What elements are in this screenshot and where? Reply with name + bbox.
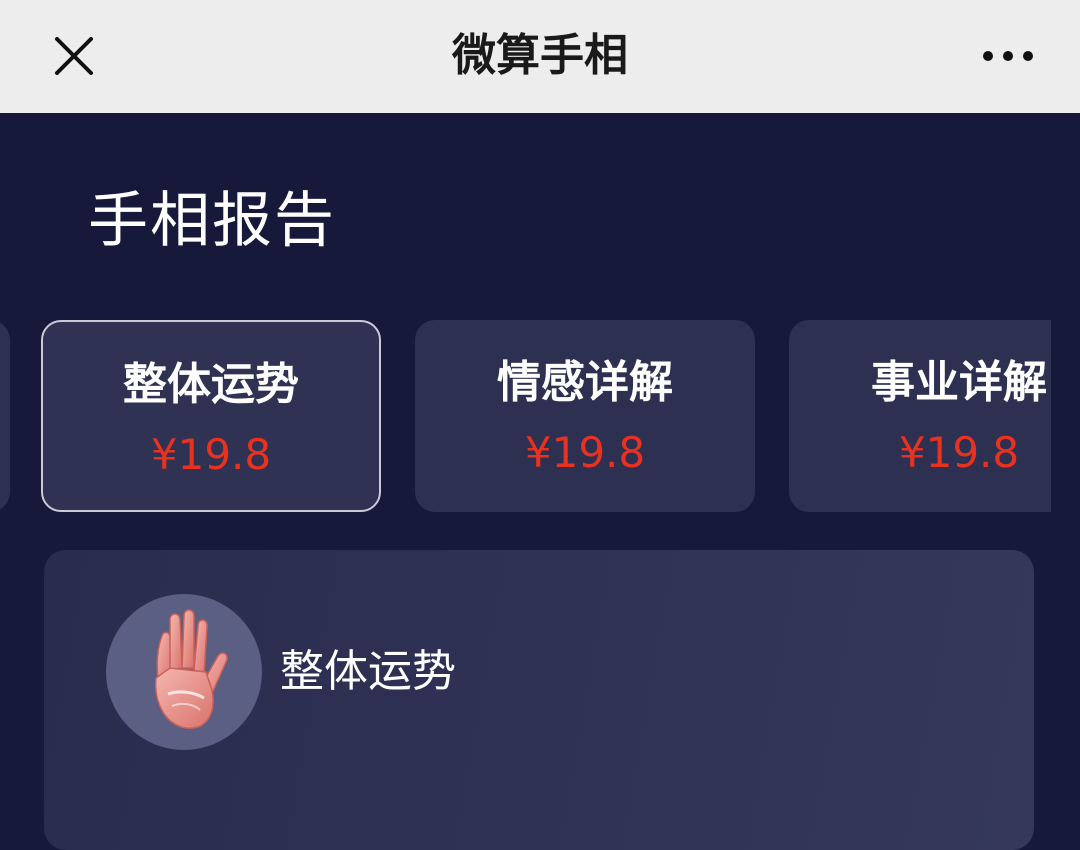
tab-card-partial[interactable]: [0, 320, 10, 512]
detail-title: 整体运势: [280, 646, 456, 697]
title-bar: 微算手相: [0, 0, 1080, 113]
report-detail-card: 整体运势: [44, 550, 1034, 850]
report-content: 手相报告 整体运势 ¥19.8 情感详解 ¥19.8 事业详解 ¥19.8 整体…: [0, 113, 1080, 850]
tab-price: ¥19.8: [524, 428, 646, 477]
tab-label: 事业详解: [871, 357, 1047, 408]
tab-price: ¥19.8: [898, 428, 1020, 477]
tab-label: 情感详解: [497, 357, 673, 408]
tab-overall-fortune[interactable]: 整体运势 ¥19.8: [41, 320, 381, 512]
page-heading: 手相报告: [88, 186, 336, 256]
tab-career-detail[interactable]: 事业详解 ¥19.8: [789, 320, 1051, 512]
palm-hand-icon: [154, 609, 228, 729]
more-dots-icon: [983, 51, 1033, 61]
tab-emotion-detail[interactable]: 情感详解 ¥19.8: [415, 320, 755, 512]
tab-price: ¥19.8: [150, 430, 272, 479]
tab-label: 整体运势: [123, 359, 299, 410]
palm-avatar: [106, 594, 262, 750]
app-title: 微算手相: [452, 30, 628, 81]
more-options-button[interactable]: [978, 40, 1038, 72]
report-tabs[interactable]: 整体运势 ¥19.8 情感详解 ¥19.8 事业详解 ¥19.8: [0, 320, 1051, 514]
